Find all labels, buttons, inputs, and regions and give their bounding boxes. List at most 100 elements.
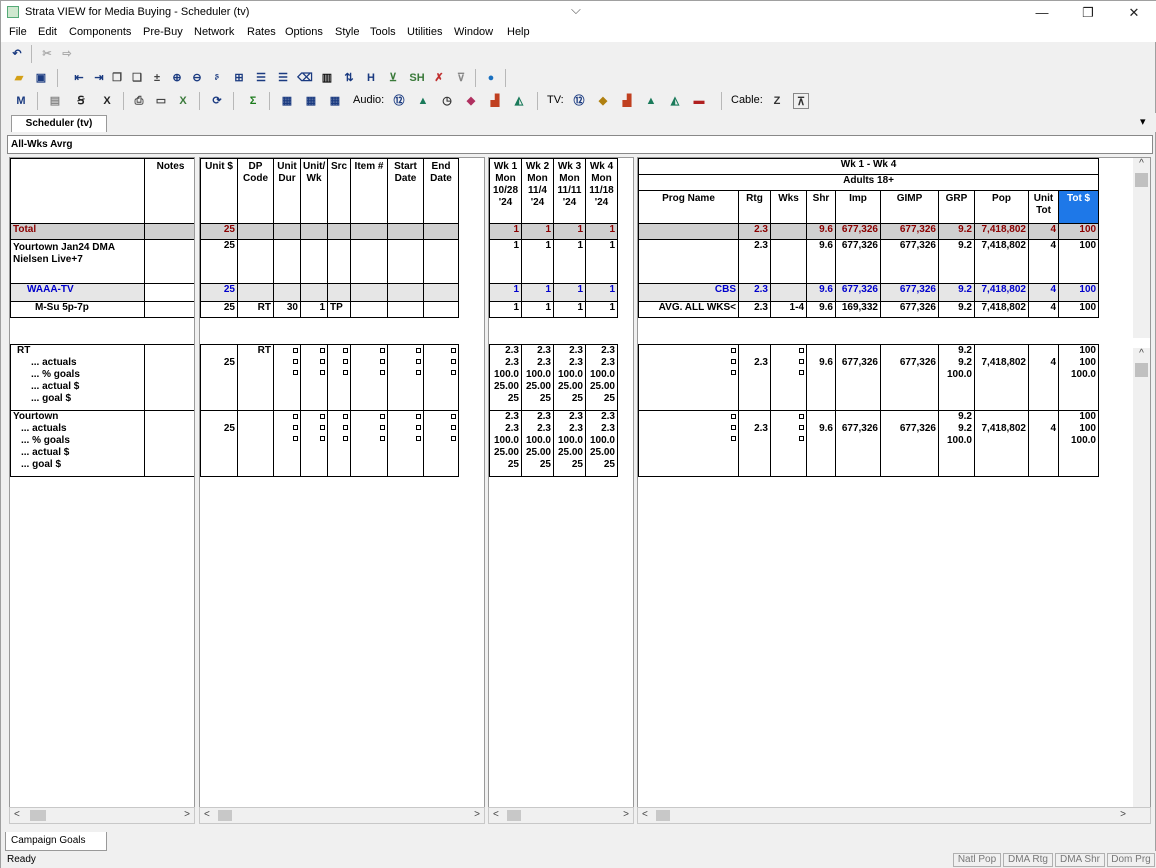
split-icon[interactable]: ±	[149, 70, 165, 86]
menu-window[interactable]: Window	[454, 26, 493, 38]
station-shr[interactable]: 9.6	[806, 283, 836, 302]
row-market-label[interactable]: Yourtown Jan24 DMA Nielsen Live+7	[10, 239, 145, 284]
daypart-wk3[interactable]: 1	[553, 301, 586, 318]
market-wk2[interactable]: 1	[521, 239, 554, 284]
mb-icon[interactable]: M	[13, 93, 29, 109]
daypart-prog[interactable]: AVG. ALL WKS<	[638, 301, 739, 318]
total-rtg[interactable]: 2.3	[738, 223, 771, 240]
station-gimp[interactable]: 677,326	[880, 283, 939, 302]
daypart-unit-dollar[interactable]: 25	[200, 301, 238, 318]
station-wk1[interactable]: 1	[489, 283, 522, 302]
daypart-wk4[interactable]: 1	[585, 301, 618, 318]
daypart-src[interactable]: TP	[327, 301, 351, 318]
total-tot-dollar[interactable]: 100	[1057, 223, 1100, 240]
view-selector[interactable]: All-Wks Avrg	[7, 135, 1153, 154]
close-button[interactable]: ✕	[1111, 1, 1156, 24]
menu-tools[interactable]: Tools	[370, 26, 396, 38]
xml-icon[interactable]: X	[97, 93, 117, 109]
tab-scheduler[interactable]: Scheduler (tv)	[11, 115, 107, 132]
daypart-shr[interactable]: 9.6	[806, 301, 836, 318]
total-pop[interactable]: 7,418,802	[974, 223, 1029, 240]
tv-area-icon[interactable]: ◭	[667, 93, 683, 109]
open-folder-icon[interactable]: ▰	[11, 70, 27, 86]
daypart-wk2[interactable]: 1	[521, 301, 554, 318]
daypart-imp[interactable]: 169,332	[835, 301, 881, 318]
menu-options[interactable]: Options	[285, 26, 323, 38]
menu-style[interactable]: Style	[335, 26, 359, 38]
station-grp[interactable]: 9.2	[938, 283, 975, 302]
sort-icon[interactable]: ⇅	[341, 70, 357, 86]
scx-icon[interactable]: Ꞩ	[71, 93, 91, 109]
help-globe-icon[interactable]: ●	[483, 70, 499, 86]
tv-dp-icon[interactable]: ◆	[595, 93, 611, 109]
total-grp[interactable]: 9.2	[938, 223, 975, 240]
align-right-icon[interactable]: ⇥	[91, 70, 107, 86]
row-total-label[interactable]: Total	[10, 223, 145, 240]
restore-button[interactable]: ❐	[1065, 1, 1111, 24]
station-wk2[interactable]: 1	[521, 283, 554, 302]
market-pop[interactable]: 7,418,802	[974, 239, 1029, 284]
total-imp[interactable]: 677,326	[835, 223, 881, 240]
tv-reach-icon[interactable]: ▲	[643, 93, 659, 109]
menu-components[interactable]: Components	[69, 26, 131, 38]
hscroll-summary[interactable]: < >	[637, 807, 1151, 824]
sb-icon[interactable]: ᶳ	[209, 70, 225, 86]
station-unit-dollar[interactable]: 25	[200, 283, 238, 302]
total-wk4[interactable]: 1	[585, 223, 618, 240]
audio-clock-icon[interactable]: ◷	[439, 93, 455, 109]
menu-help[interactable]: Help	[507, 26, 530, 38]
station-tot-dollar[interactable]: 100	[1057, 283, 1100, 302]
daypart-unit-dur[interactable]: 30	[273, 301, 301, 318]
filter-off-icon[interactable]: ⊽	[453, 70, 469, 86]
market-grp[interactable]: 9.2	[938, 239, 975, 284]
sh-icon[interactable]: SH	[405, 70, 429, 86]
eup-icon[interactable]: ⊞	[231, 70, 247, 86]
total-wk1[interactable]: 1	[489, 223, 522, 240]
list-icon[interactable]: ☰	[253, 70, 269, 86]
row-station-label[interactable]: WAAA-TV	[10, 283, 145, 302]
minimize-button[interactable]: —	[1019, 1, 1065, 24]
daypart-tot-dollar[interactable]: 100	[1057, 301, 1100, 318]
daypart-grp[interactable]: 9.2	[938, 301, 975, 318]
preview-icon[interactable]: ▭	[153, 93, 169, 109]
station-wk3[interactable]: 1	[553, 283, 586, 302]
audio-bars-icon[interactable]: ▟	[487, 93, 503, 109]
station-wk4[interactable]: 1	[585, 283, 618, 302]
tv-bars-icon[interactable]: ▟	[619, 93, 635, 109]
audio-calendar-icon[interactable]: ⑫	[391, 93, 407, 109]
tv-calendar-icon[interactable]: ⑫	[571, 93, 587, 109]
chevron-down-icon[interactable]: ⌵	[571, 2, 581, 18]
col-tot-dollar[interactable]: Tot $	[1057, 190, 1100, 224]
audio-dpt-icon[interactable]: ◆	[463, 93, 479, 109]
station-imp[interactable]: 677,326	[835, 283, 881, 302]
daypart-gimp[interactable]: 677,326	[880, 301, 939, 318]
tab-campaign-goals[interactable]: Campaign Goals	[5, 832, 107, 851]
zoom-in-icon[interactable]: ⊕	[169, 70, 185, 86]
menu-edit[interactable]: Edit	[38, 26, 57, 38]
total-wk3[interactable]: 1	[553, 223, 586, 240]
excel-icon[interactable]: X	[175, 93, 191, 109]
total-shr[interactable]: 9.6	[806, 223, 836, 240]
row-daypart-label[interactable]: M-Su 5p-7p	[10, 301, 145, 318]
menu-utilities[interactable]: Utilities	[407, 26, 442, 38]
copy-icon[interactable]: ❐	[109, 70, 125, 86]
market-tot-dollar[interactable]: 100	[1057, 239, 1100, 284]
station-rtg[interactable]: 2.3	[738, 283, 771, 302]
total-gimp[interactable]: 677,326	[880, 223, 939, 240]
summary-demo[interactable]: Adults 18+	[638, 174, 1100, 191]
hscroll-weeks[interactable]: < >	[488, 807, 634, 824]
audio-area-icon[interactable]: ◭	[511, 93, 527, 109]
tv-car-icon[interactable]: ▬	[691, 93, 707, 109]
col-week-1[interactable]: Wk 1 Mon 10/28'24	[489, 158, 522, 224]
col-week-2[interactable]: Wk 2 Mon 11/4'24	[521, 158, 554, 224]
redo-icon[interactable]: ⇨	[59, 46, 75, 62]
vertical-scrollbar-top[interactable]: ^	[1133, 158, 1150, 338]
daypart-wk1[interactable]: 1	[489, 301, 522, 318]
station-prog[interactable]: CBS	[638, 283, 739, 302]
col-week-3[interactable]: Wk 3 Mon 11/11'24	[553, 158, 586, 224]
menu-pre-buy[interactable]: Pre-Buy	[143, 26, 183, 38]
print-icon[interactable]: ⎙	[131, 93, 147, 109]
filter-icon[interactable]: ⊻	[385, 70, 401, 86]
col-week-4[interactable]: Wk 4 Mon 11/18'24	[585, 158, 618, 224]
save-icon[interactable]: ▣	[33, 70, 49, 86]
